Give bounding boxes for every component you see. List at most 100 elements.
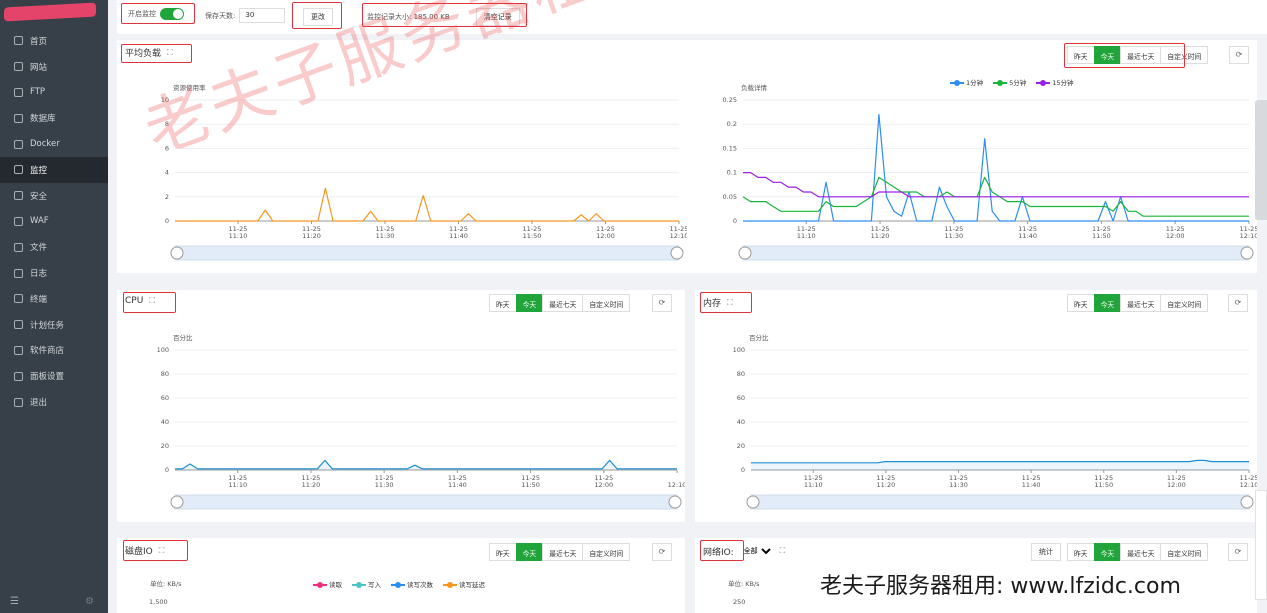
slider-handle-left[interactable] bbox=[170, 246, 184, 260]
refresh-icon[interactable]: ⟳ bbox=[1228, 294, 1248, 312]
y-tick-label: 0.2 bbox=[727, 120, 737, 128]
sidebar-item-5[interactable]: 监控 bbox=[0, 156, 108, 183]
refresh-icon[interactable]: ⟳ bbox=[652, 543, 672, 561]
series-line-0[interactable] bbox=[175, 187, 679, 222]
x-tick-label: 11:40 bbox=[449, 232, 468, 240]
tab-custom-time[interactable]: 自定义时间 bbox=[1160, 543, 1209, 561]
sidebar-item-4[interactable]: Docker bbox=[0, 131, 108, 157]
slider-handle-right[interactable] bbox=[1240, 495, 1254, 509]
sidebar-item-10[interactable]: 终端 bbox=[0, 286, 108, 312]
refresh-icon[interactable]: ⟳ bbox=[1229, 46, 1249, 64]
x-tick-label: 11:30 bbox=[944, 232, 963, 240]
sidebar-item-1[interactable]: 网站 bbox=[0, 54, 108, 80]
zoom-slider[interactable] bbox=[174, 494, 678, 510]
y-tick-label: 0.25 bbox=[723, 96, 737, 104]
y-tick-label: 0 bbox=[741, 466, 745, 474]
sidebar-item-8[interactable]: 文件 bbox=[0, 234, 108, 260]
y-tick-label: 20 bbox=[161, 442, 169, 450]
tab-yesterday[interactable]: 昨天 bbox=[1067, 543, 1094, 561]
slider-handle-right[interactable] bbox=[668, 495, 682, 509]
x-tick-label: 11:30 bbox=[376, 232, 395, 240]
y-tick-label: 0 bbox=[733, 217, 737, 225]
tab-last-7-days[interactable]: 最近七天 bbox=[1120, 543, 1161, 561]
slider-handle-right[interactable] bbox=[670, 246, 684, 260]
y-tick-label: 80 bbox=[161, 370, 169, 378]
side-float-panel[interactable] bbox=[1255, 100, 1267, 220]
tab-today[interactable]: 今天 bbox=[1093, 294, 1121, 312]
y-tick-label: 40 bbox=[161, 418, 169, 426]
series-line-0[interactable] bbox=[743, 113, 1249, 222]
y-tick-label: 40 bbox=[737, 418, 745, 426]
series-line-0[interactable] bbox=[175, 459, 677, 470]
x-tick-label: 11:40 bbox=[448, 481, 467, 489]
gear-icon[interactable]: ⚙ bbox=[85, 596, 94, 607]
disk-y-top: 1,500 bbox=[149, 598, 168, 606]
expand-icon[interactable]: ⛶ bbox=[780, 546, 786, 556]
zoom-slider[interactable] bbox=[174, 245, 680, 261]
tab-last-7-days[interactable]: 最近七天 bbox=[542, 543, 583, 561]
slider-handle-left[interactable] bbox=[746, 495, 760, 509]
tab-today[interactable]: 今天 bbox=[515, 294, 543, 312]
tab-yesterday[interactable]: 昨天 bbox=[489, 543, 516, 561]
menu-icon[interactable]: ☰ bbox=[10, 596, 19, 607]
y-tick-label: 60 bbox=[161, 394, 169, 402]
sidebar-item-label: 日志 bbox=[30, 269, 48, 280]
sidebar-item-9[interactable]: 日志 bbox=[0, 260, 108, 286]
y-tick-label: 80 bbox=[737, 370, 745, 378]
legend-ops[interactable]: 读写次数 bbox=[391, 579, 433, 589]
refresh-icon[interactable]: ⟳ bbox=[1228, 543, 1248, 561]
monitor-icon bbox=[14, 165, 23, 175]
terminal-icon bbox=[14, 294, 23, 304]
tab-last-7-days[interactable]: 最近七天 bbox=[542, 294, 583, 312]
x-tick-label: 11:10 bbox=[804, 481, 823, 489]
tab-today[interactable]: 今天 bbox=[515, 543, 543, 561]
network-interface-select[interactable]: 全部 bbox=[739, 544, 774, 558]
chart-ylabel: 百分比 bbox=[749, 333, 769, 342]
legend-read[interactable]: 读取 bbox=[313, 579, 342, 589]
highlight-box bbox=[121, 3, 195, 24]
sidebar-item-12[interactable]: 软件商店 bbox=[0, 338, 108, 364]
highlight-box bbox=[1064, 43, 1185, 68]
slider-handle-right[interactable] bbox=[1240, 246, 1254, 260]
logout-icon bbox=[14, 397, 23, 407]
sidebar-item-label: 面板设置 bbox=[30, 372, 65, 383]
tab-custom-time[interactable]: 自定义时间 bbox=[582, 294, 631, 312]
store-icon bbox=[14, 345, 23, 355]
y-tick-label: 0 bbox=[165, 466, 169, 474]
sidebar-item-2[interactable]: FTP bbox=[0, 80, 108, 106]
x-tick-label: 11:20 bbox=[877, 481, 896, 489]
tab-last-7-days[interactable]: 最近七天 bbox=[1120, 294, 1161, 312]
x-tick-label: 12:00 bbox=[596, 232, 615, 240]
stats-button[interactable]: 统计 bbox=[1031, 543, 1061, 561]
slider-handle-left[interactable] bbox=[170, 495, 184, 509]
tab-yesterday[interactable]: 昨天 bbox=[489, 294, 516, 312]
sidebar-item-label: 数据库 bbox=[30, 114, 56, 125]
series-line-2[interactable] bbox=[743, 172, 1249, 198]
tab-yesterday[interactable]: 昨天 bbox=[1067, 294, 1094, 312]
tab-today[interactable]: 今天 bbox=[1093, 543, 1121, 561]
sidebar-item-14[interactable]: 退出 bbox=[0, 389, 108, 415]
sidebar-item-11[interactable]: 计划任务 bbox=[0, 312, 108, 338]
sidebar-item-label: 终端 bbox=[30, 294, 48, 305]
sidebar-item-label: FTP bbox=[30, 87, 46, 98]
x-tick-label: 11:10 bbox=[797, 232, 816, 240]
keep-days-input[interactable]: 30 bbox=[239, 8, 286, 23]
sidebar-item-6[interactable]: 安全 bbox=[0, 183, 108, 209]
sidebar-item-13[interactable]: 面板设置 bbox=[0, 363, 108, 389]
y-tick-label: 10 bbox=[161, 96, 169, 104]
cpu-time-tabs: 昨天 今天 最近七天 自定义时间 bbox=[489, 294, 631, 312]
legend-latency[interactable]: 读写延迟 bbox=[443, 579, 485, 589]
side-float-panel-2[interactable] bbox=[1255, 490, 1267, 600]
resource-usage-chart: 资源使用率024681011-2511:1011-2511:2011-2511:… bbox=[161, 84, 687, 261]
sidebar-item-3[interactable]: 数据库 bbox=[0, 105, 108, 131]
sidebar-item-7[interactable]: WAF bbox=[0, 209, 108, 235]
tab-custom-time[interactable]: 自定义时间 bbox=[582, 543, 631, 561]
tab-custom-time[interactable]: 自定义时间 bbox=[1160, 294, 1209, 312]
chart-ylabel: 百分比 bbox=[173, 333, 193, 342]
refresh-icon[interactable]: ⟳ bbox=[652, 294, 672, 312]
legend-write[interactable]: 写入 bbox=[352, 579, 381, 589]
sidebar-item-0[interactable]: 首页 bbox=[0, 28, 108, 54]
zoom-slider[interactable] bbox=[742, 245, 1250, 261]
slider-handle-left[interactable] bbox=[738, 246, 752, 260]
zoom-slider[interactable] bbox=[750, 494, 1250, 510]
